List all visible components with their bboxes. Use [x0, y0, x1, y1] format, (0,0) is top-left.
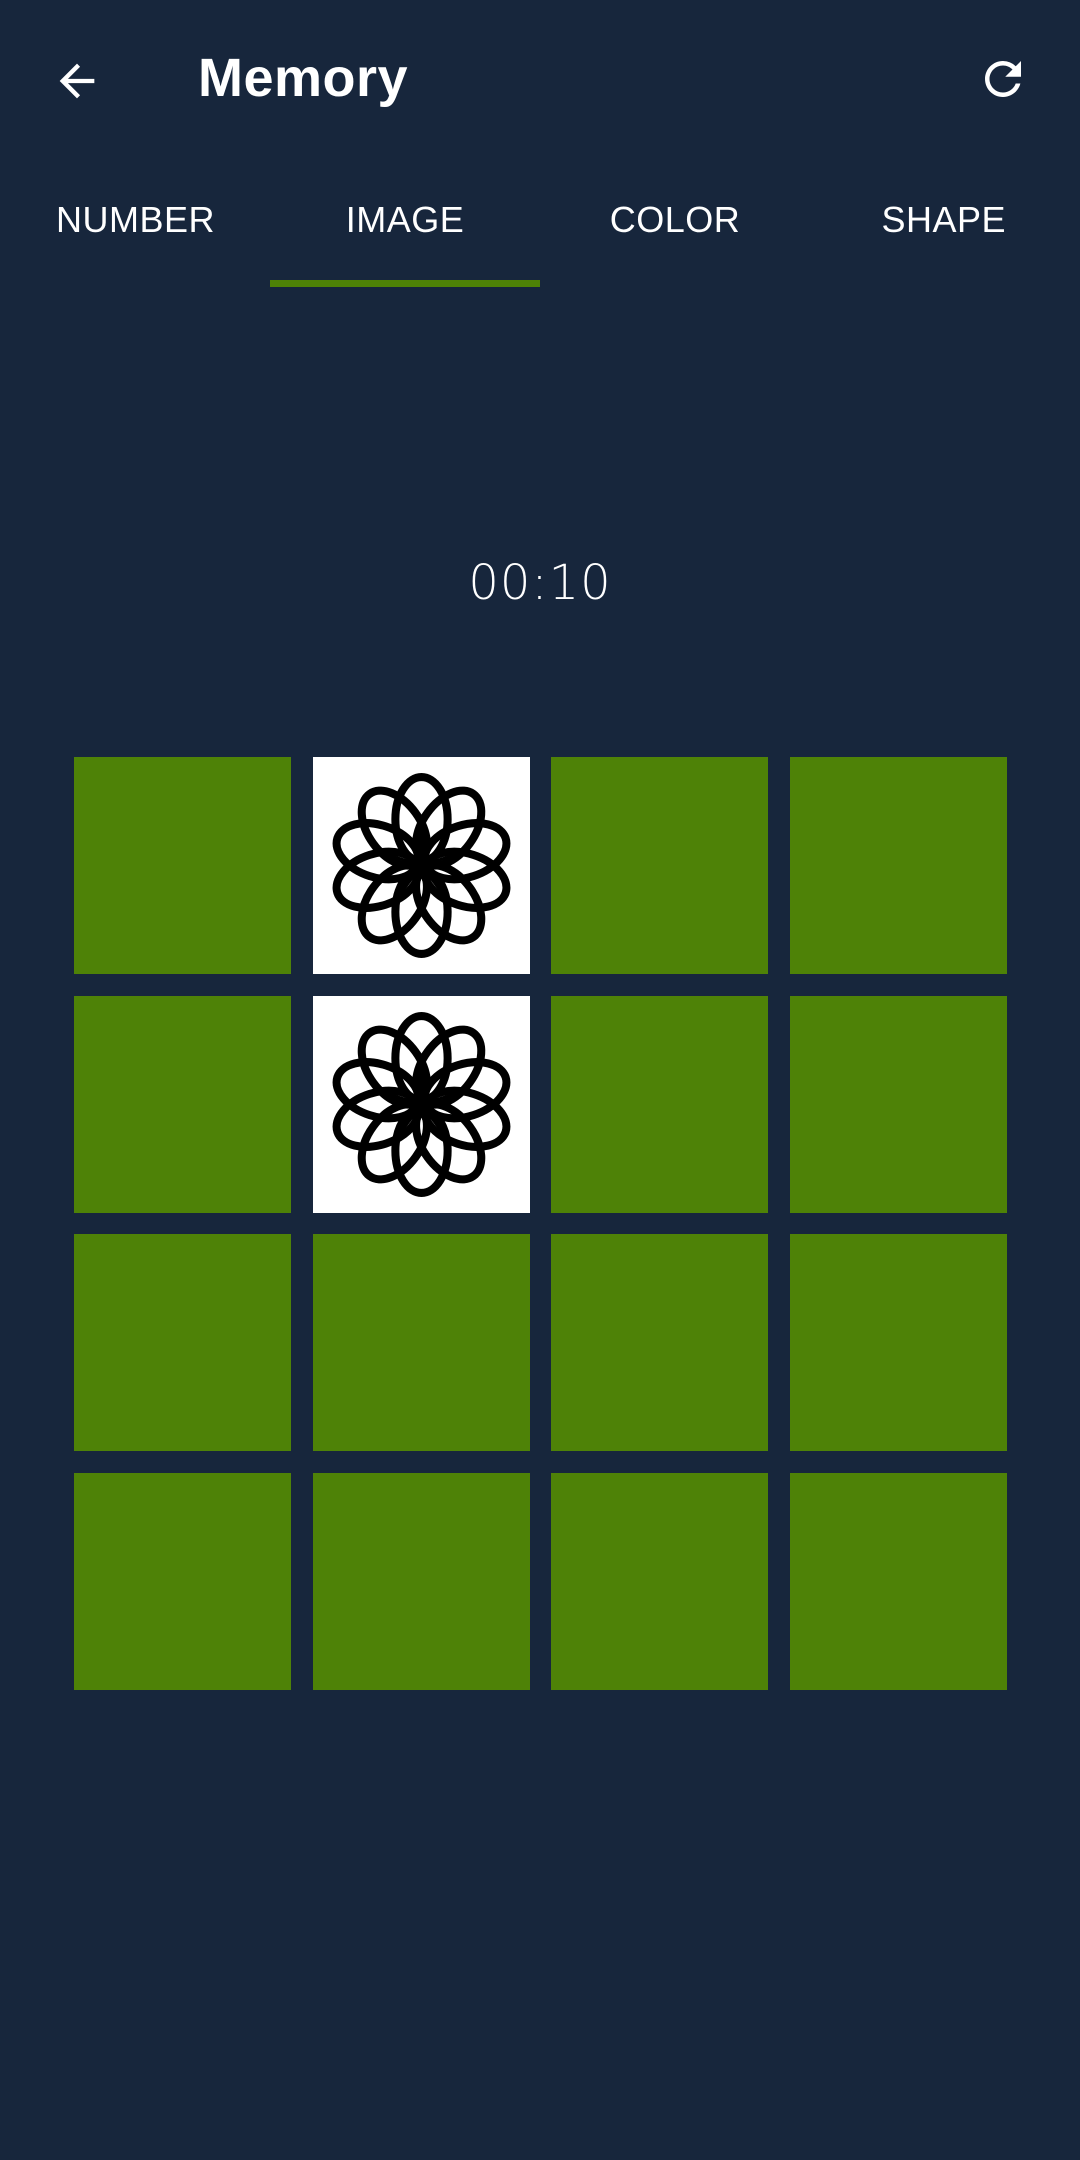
memory-card[interactable] — [790, 757, 1007, 974]
flower-icon — [321, 765, 522, 966]
page-title: Memory — [198, 48, 409, 108]
memory-card[interactable] — [312, 1234, 530, 1452]
memory-card[interactable] — [551, 995, 769, 1213]
memory-card[interactable] — [312, 757, 530, 974]
card-grid — [74, 757, 1007, 1690]
tab-image[interactable]: IMAGE — [270, 175, 540, 287]
tab-label: SHAPE — [881, 199, 1006, 240]
memory-card[interactable] — [312, 995, 530, 1213]
refresh-icon — [985, 61, 1021, 97]
memory-card[interactable] — [74, 995, 291, 1213]
tab-shape[interactable]: SHAPE — [810, 175, 1080, 287]
tab-label: IMAGE — [345, 199, 465, 240]
memory-card[interactable] — [551, 1473, 769, 1690]
memory-card[interactable] — [790, 1473, 1007, 1690]
back-button[interactable] — [38, 42, 116, 120]
memory-card[interactable] — [551, 1234, 769, 1452]
arrow-left-icon — [59, 63, 95, 99]
flower-icon — [321, 1004, 522, 1205]
memory-card[interactable] — [312, 1473, 530, 1690]
timer: 00:10 — [468, 555, 612, 611]
memory-card[interactable] — [74, 1234, 291, 1452]
memory-card[interactable] — [551, 757, 769, 974]
tab-label: NUMBER — [56, 199, 216, 240]
tab-indicator — [270, 280, 540, 287]
memory-card[interactable] — [790, 1234, 1007, 1452]
mode-tabs: NUMBER IMAGE COLOR SHAPE — [0, 175, 1080, 287]
app-bar: Memory — [0, 0, 1080, 160]
tab-label: COLOR — [609, 199, 741, 240]
memory-card[interactable] — [74, 757, 291, 974]
memory-card[interactable] — [74, 1473, 291, 1690]
memory-card[interactable] — [790, 995, 1007, 1213]
refresh-button[interactable] — [962, 38, 1044, 120]
tab-number[interactable]: NUMBER — [0, 175, 270, 287]
tab-color[interactable]: COLOR — [540, 175, 810, 287]
